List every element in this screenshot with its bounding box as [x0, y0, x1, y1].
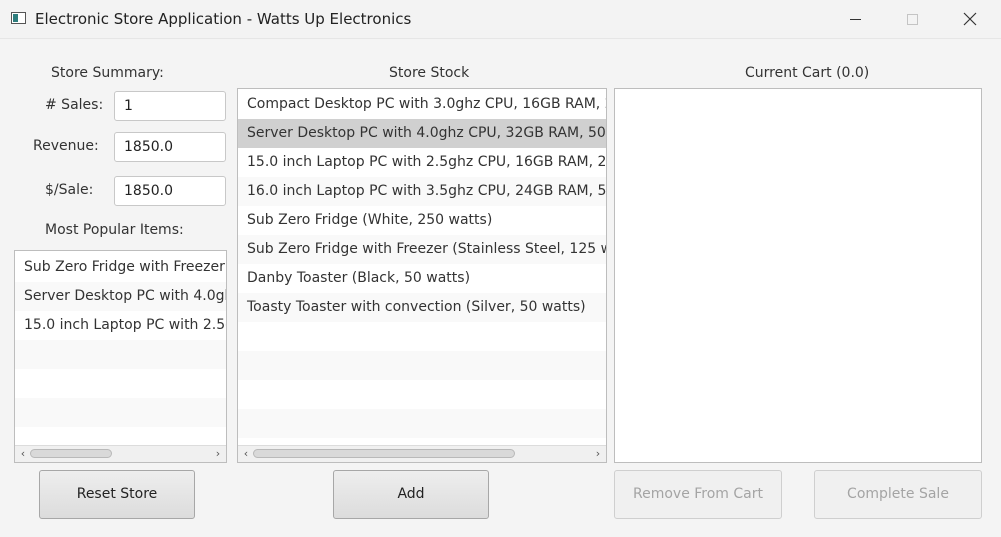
scroll-thumb[interactable]	[30, 449, 112, 458]
app-icon	[11, 12, 26, 24]
list-item[interactable]: Server Desktop PC with 4.0ghz CPU, 32GB …	[15, 282, 226, 311]
revenue-field[interactable]: 1850.0	[114, 132, 226, 162]
add-button[interactable]: Add	[333, 470, 489, 519]
per-sale-field[interactable]: 1850.0	[114, 176, 226, 206]
list-item-selected[interactable]: Server Desktop PC with 4.0ghz CPU, 32GB …	[238, 119, 606, 148]
sales-field[interactable]: 1	[114, 91, 226, 121]
empty-row	[15, 398, 226, 427]
sales-label: # Sales:	[45, 97, 104, 113]
list-item[interactable]: Sub Zero Fridge with Freezer (Stainless …	[238, 235, 606, 264]
store-summary-header: Store Summary:	[51, 65, 164, 81]
list-item[interactable]: 16.0 inch Laptop PC with 3.5ghz CPU, 24G…	[238, 177, 606, 206]
empty-row	[238, 322, 606, 351]
list-item[interactable]: Compact Desktop PC with 3.0ghz CPU, 16GB…	[238, 90, 606, 119]
remove-from-cart-button[interactable]: Remove From Cart	[614, 470, 782, 519]
scroll-right-icon[interactable]: ›	[591, 447, 605, 461]
scroll-right-icon[interactable]: ›	[211, 447, 225, 461]
maximize-icon[interactable]	[889, 4, 935, 34]
empty-row	[238, 409, 606, 438]
cart-list[interactable]	[614, 88, 982, 463]
list-item[interactable]: Toasty Toaster with convection (Silver, …	[238, 293, 606, 322]
list-item[interactable]: 15.0 inch Laptop PC with 2.5ghz CPU, 16G…	[238, 148, 606, 177]
minimize-icon[interactable]	[832, 4, 878, 34]
list-item[interactable]: 15.0 inch Laptop PC with 2.5ghz CPU, 16G…	[15, 311, 226, 340]
most-popular-header: Most Popular Items:	[45, 222, 184, 238]
window-title: Electronic Store Application - Watts Up …	[35, 10, 412, 28]
store-stock-header: Store Stock	[389, 65, 470, 81]
scroll-left-icon[interactable]: ‹	[239, 447, 253, 461]
empty-row	[15, 369, 226, 398]
current-cart-header: Current Cart (0.0)	[745, 65, 870, 81]
reset-store-button[interactable]: Reset Store	[39, 470, 195, 519]
list-item[interactable]: Sub Zero Fridge (White, 250 watts)	[238, 206, 606, 235]
scroll-thumb[interactable]	[253, 449, 515, 458]
empty-row	[238, 380, 606, 409]
title-bar: Electronic Store Application - Watts Up …	[0, 0, 1001, 39]
per-sale-label: $/Sale:	[45, 182, 94, 198]
list-item[interactable]: Sub Zero Fridge with Freezer (Stainless …	[15, 253, 226, 282]
popular-items-list[interactable]: Sub Zero Fridge with Freezer (Stainless …	[14, 250, 227, 463]
empty-row	[15, 340, 226, 369]
store-stock-list[interactable]: Compact Desktop PC with 3.0ghz CPU, 16GB…	[237, 88, 607, 463]
complete-sale-button[interactable]: Complete Sale	[814, 470, 982, 519]
scroll-left-icon[interactable]: ‹	[16, 447, 30, 461]
empty-row	[238, 351, 606, 380]
revenue-label: Revenue:	[33, 138, 99, 154]
stock-hscrollbar[interactable]: ‹ ›	[238, 445, 606, 462]
close-icon[interactable]	[947, 4, 993, 34]
list-item[interactable]: Danby Toaster (Black, 50 watts)	[238, 264, 606, 293]
popular-hscrollbar[interactable]: ‹ ›	[15, 445, 226, 462]
